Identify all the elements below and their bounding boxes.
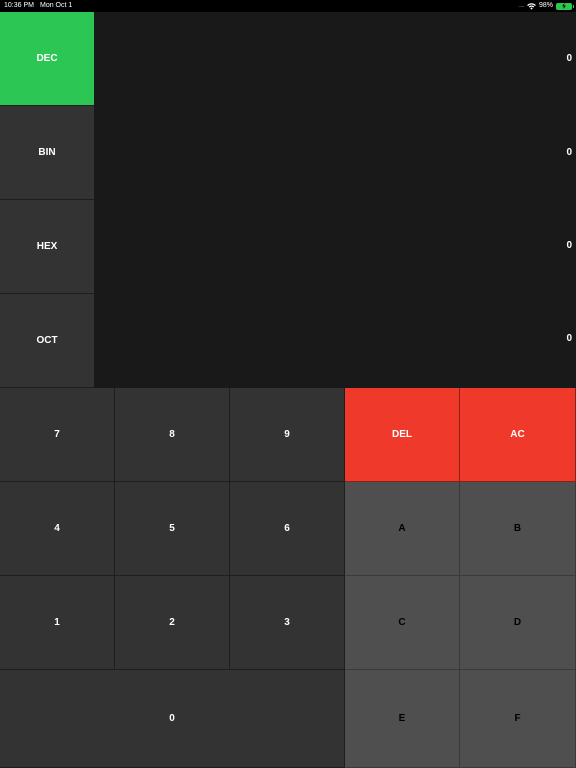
- hex-value: 0: [566, 240, 572, 251]
- key-c[interactable]: C: [345, 576, 460, 670]
- bin-value: 0: [566, 147, 572, 158]
- battery-icon: [556, 2, 574, 10]
- key-6[interactable]: 6: [230, 482, 345, 576]
- key-5[interactable]: 5: [115, 482, 230, 576]
- key-8[interactable]: 8: [115, 388, 230, 482]
- mode-dec-button[interactable]: DEC: [0, 12, 94, 106]
- status-time: 10:36 PM: [4, 2, 34, 9]
- key-b[interactable]: B: [460, 482, 576, 576]
- mode-bin-button[interactable]: BIN: [0, 106, 94, 200]
- key-0[interactable]: 0: [0, 670, 345, 768]
- delete-button[interactable]: DEL: [345, 388, 460, 482]
- status-bar: 10:36 PM Mon Oct 1 ..... 98%: [0, 0, 576, 12]
- key-7[interactable]: 7: [0, 388, 115, 482]
- result-display: 0 0 0 0: [94, 12, 576, 388]
- battery-percent: 98%: [538, 2, 553, 9]
- key-e[interactable]: E: [345, 670, 460, 768]
- key-3[interactable]: 3: [230, 576, 345, 670]
- key-4[interactable]: 4: [0, 482, 115, 576]
- mode-oct-button[interactable]: OCT: [0, 294, 94, 388]
- key-9[interactable]: 9: [230, 388, 345, 482]
- calculator-screen: 10:36 PM Mon Oct 1 ..... 98% DEC BIN HEX…: [0, 0, 576, 768]
- status-right: ..... 98%: [518, 0, 574, 12]
- all-clear-button[interactable]: AC: [460, 388, 576, 482]
- key-d[interactable]: D: [460, 576, 576, 670]
- signal-icon: .....: [518, 3, 524, 9]
- key-f[interactable]: F: [460, 670, 576, 768]
- wifi-icon: [527, 2, 536, 10]
- mode-hex-button[interactable]: HEX: [0, 200, 94, 294]
- charging-bolt-icon: [562, 3, 566, 9]
- key-a[interactable]: A: [345, 482, 460, 576]
- key-1[interactable]: 1: [0, 576, 115, 670]
- status-date: Mon Oct 1: [40, 2, 73, 9]
- dec-value: 0: [566, 53, 572, 64]
- oct-value: 0: [566, 333, 572, 344]
- key-2[interactable]: 2: [115, 576, 230, 670]
